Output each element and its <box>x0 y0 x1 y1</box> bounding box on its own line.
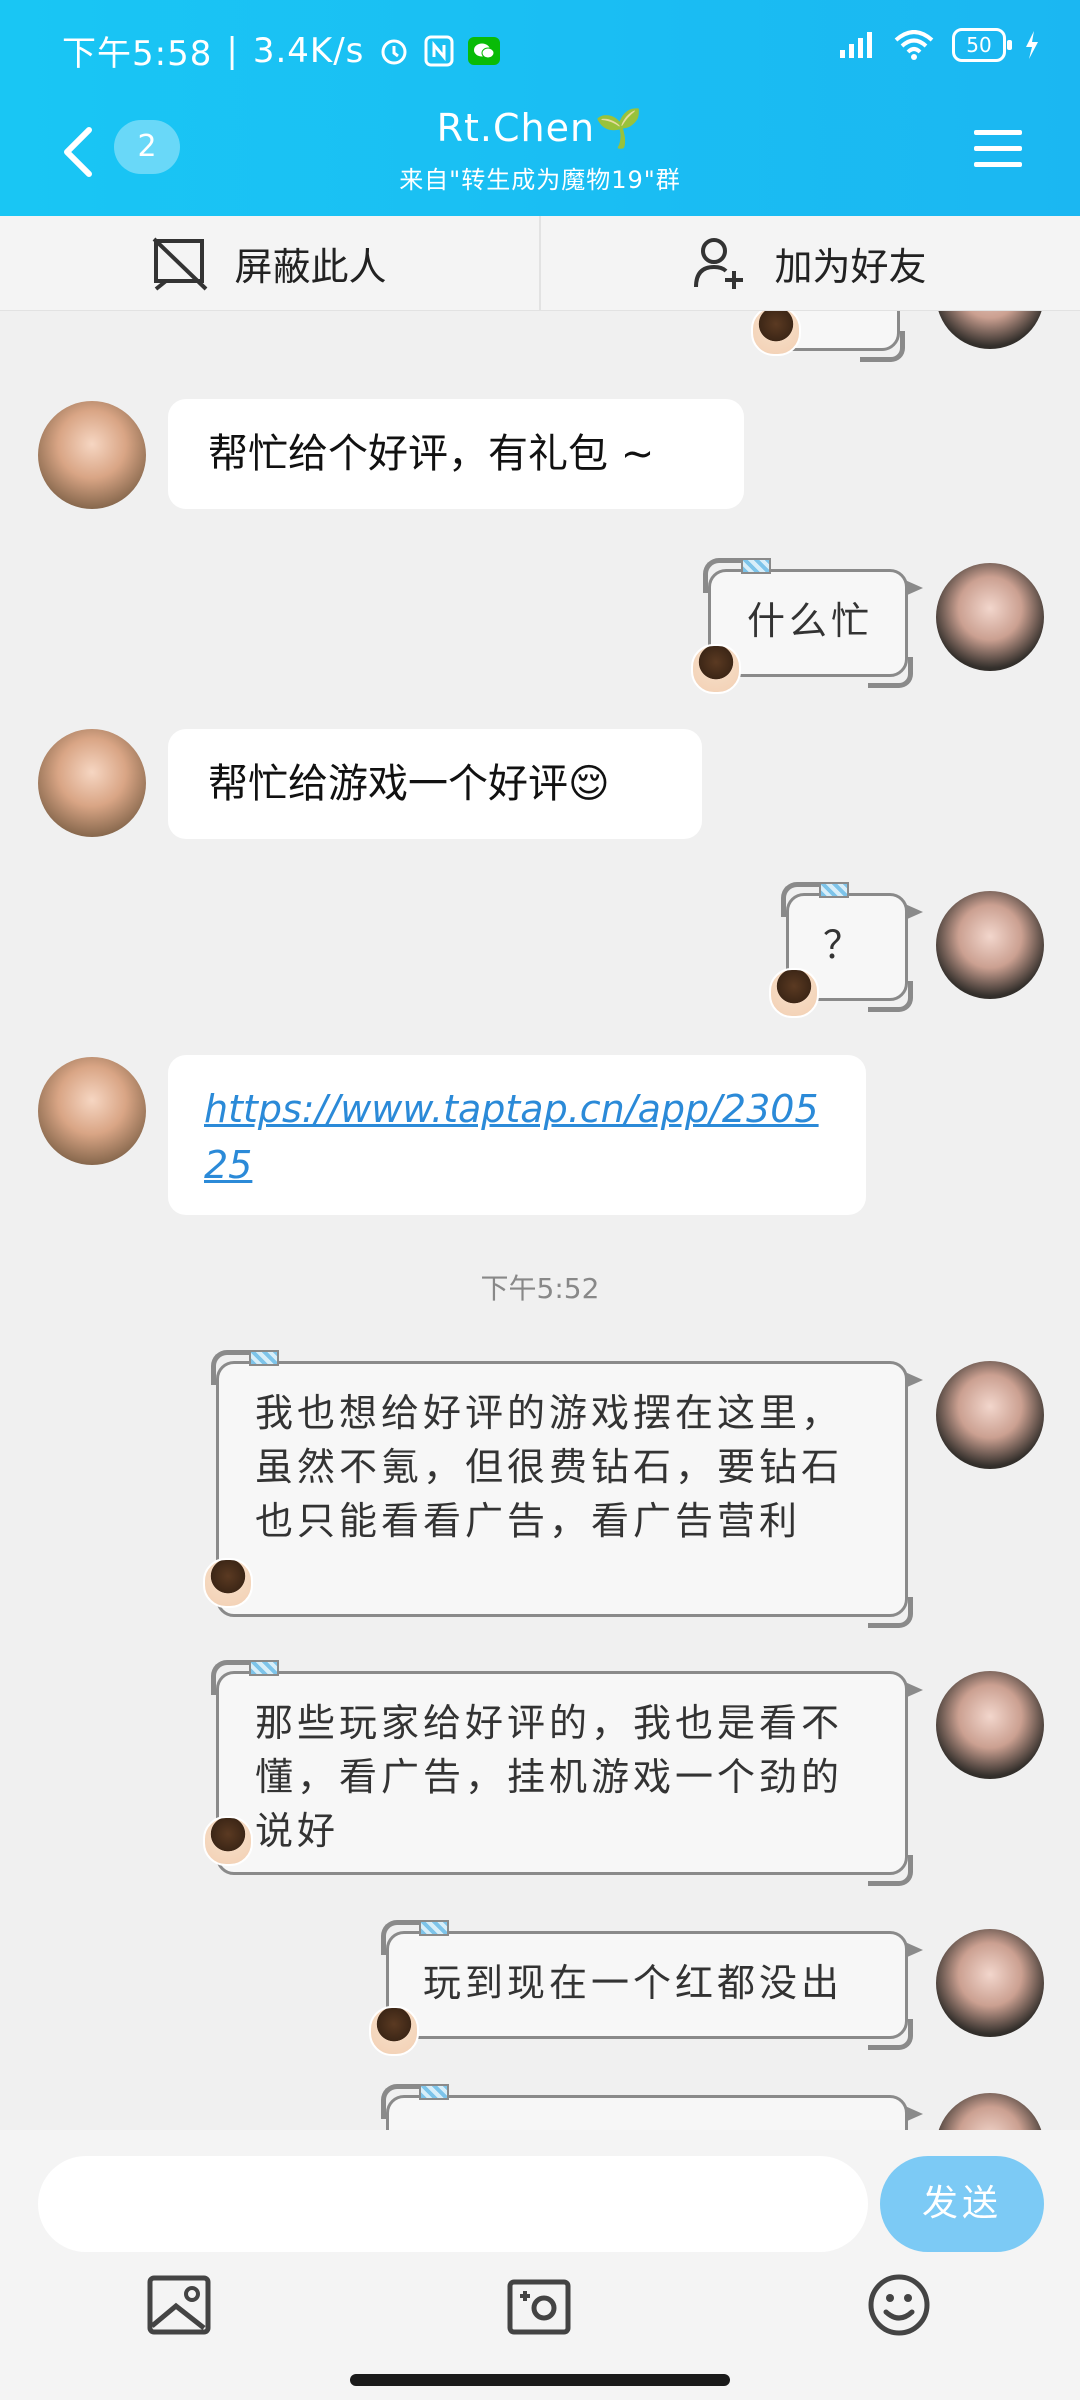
avatar[interactable] <box>38 729 146 837</box>
camera-icon[interactable] <box>506 2272 572 2338</box>
home-indicator[interactable] <box>350 2374 730 2386</box>
block-user-button[interactable]: 屏蔽此人 <box>0 216 541 310</box>
avatar[interactable] <box>936 2093 1044 2130</box>
block-user-label: 屏蔽此人 <box>234 244 387 289</box>
input-bar: 发送 <box>0 2130 1080 2400</box>
chat-title: Rt.Chen🌱 <box>436 106 644 150</box>
message-bubble[interactable]: ？ <box>769 882 923 1018</box>
message-bubble[interactable]: 帮忙给游戏一个好评😌 <box>168 729 702 839</box>
add-friend-icon <box>694 238 744 289</box>
wechat-icon <box>468 36 501 65</box>
avatar[interactable] <box>936 1671 1044 1779</box>
message-text: 那些玩家给好评的，我也是看不懂，看广告，挂机游戏一个劲的说好 <box>255 1701 844 1853</box>
message-bubble[interactable]: 帮忙给个好评，有礼包 ~ <box>168 399 744 509</box>
stranger-action-bar: 屏蔽此人 加为好友 <box>0 216 1080 311</box>
nfc-icon <box>424 35 454 66</box>
message-text: ？ <box>823 923 866 967</box>
status-time: 下午5:58 <box>62 34 213 74</box>
message-text: 我也想给好评的游戏摆在这里，虽然不氪，但很费钻石，要钻石也只能看看广告，看广告营… <box>255 1391 844 1543</box>
battery-level: 50 <box>966 33 992 57</box>
wifi-icon <box>894 30 934 60</box>
message-link[interactable]: https://www.taptap.cn/app/230525 <box>204 1087 819 1187</box>
battery-icon: 50 <box>952 28 1012 62</box>
message-text: 什么忙 <box>747 599 874 643</box>
message-input[interactable] <box>38 2156 868 2252</box>
chat-subtitle: 来自"转生成为魔物19"群 <box>399 166 681 194</box>
chat-list[interactable]: 帮忙给个好评，有礼包 ~ 什么忙 帮忙给游戏一个好评😌 ？ https://ww… <box>0 311 1080 2130</box>
send-button[interactable]: 发送 <box>880 2156 1044 2252</box>
charging-icon <box>1026 31 1038 59</box>
message-text: 帮忙给游戏一个好评😌 <box>208 761 610 807</box>
bubble-sticker-icon <box>203 1558 253 1608</box>
message-text: 玩到现在一个红都没出 <box>423 1961 844 2005</box>
status-divider: | <box>226 30 239 71</box>
image-icon[interactable] <box>146 2272 212 2338</box>
message-bubble-partial <box>381 2084 923 2130</box>
message-bubble[interactable]: https://www.taptap.cn/app/230525 <box>168 1055 866 1215</box>
bubble-sticker-icon <box>691 644 741 694</box>
message-text: 帮忙给个好评，有礼包 ~ <box>208 431 655 477</box>
avatar[interactable] <box>38 401 146 509</box>
emoji-icon[interactable] <box>866 2272 932 2338</box>
message-bubble[interactable]: 我也想给好评的游戏摆在这里，虽然不氪，但很费钻石，要钻石也只能看看广告，看广告营… <box>203 1350 923 1628</box>
alarm-icon <box>381 39 407 64</box>
network-speed: 3.4K/s <box>252 30 365 71</box>
status-bar: 下午5:58 | 3.4K/s 50 <box>0 0 1080 100</box>
bubble-sticker-icon <box>369 2006 419 2056</box>
avatar[interactable] <box>38 1057 146 1165</box>
signal-icon <box>840 32 872 58</box>
top-bar: 下午5:58 | 3.4K/s 50 2 Rt.Chen🌱 来自"转生成为魔物1… <box>0 0 1080 216</box>
add-friend-label: 加为好友 <box>774 244 927 289</box>
avatar[interactable] <box>936 891 1044 999</box>
add-friend-button[interactable]: 加为好友 <box>540 216 1079 310</box>
message-bubble[interactable]: 玩到现在一个红都没出 <box>369 1920 923 2056</box>
avatar[interactable] <box>936 1361 1044 1469</box>
avatar[interactable] <box>936 311 1044 349</box>
message-bubble[interactable]: 那些玩家给好评的，我也是看不懂，看广告，挂机游戏一个劲的说好 <box>203 1660 923 1886</box>
bubble-sticker-icon <box>769 968 819 1018</box>
message-bubble-partial <box>751 311 905 362</box>
menu-icon[interactable] <box>972 126 1024 172</box>
block-icon <box>153 237 208 291</box>
message-bubble[interactable]: 什么忙 <box>691 558 923 694</box>
chat-header: 2 Rt.Chen🌱 来自"转生成为魔物19"群 <box>0 100 1080 216</box>
chat-timestamp: 下午5:52 <box>480 1272 600 1305</box>
avatar[interactable] <box>936 1929 1044 2037</box>
bubble-sticker-icon <box>203 1816 253 1866</box>
avatar[interactable] <box>936 563 1044 671</box>
